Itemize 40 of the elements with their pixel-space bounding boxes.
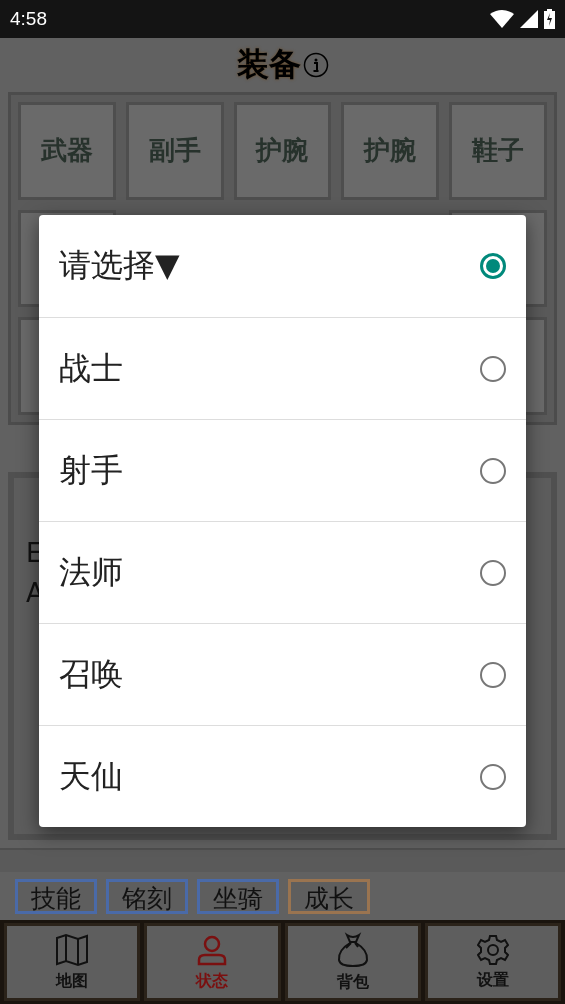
option-label: 召唤 [59, 653, 123, 695]
radio-button[interactable] [480, 763, 506, 790]
nav-button[interactable]: 地图 [4, 923, 141, 1001]
tab-button[interactable]: 铭刻 [106, 879, 188, 914]
equipment-slot[interactable]: 鞋子 [449, 102, 547, 200]
wifi-icon [490, 10, 514, 28]
radio-button[interactable] [480, 457, 506, 484]
radio-button[interactable] [480, 253, 506, 279]
battery-icon [544, 9, 555, 29]
option-label: 战士 [59, 347, 123, 389]
option-label: 法师 [59, 551, 123, 593]
option-item[interactable]: 请选择▼ [39, 215, 526, 317]
page-title: 装备 [236, 44, 301, 85]
tab-button[interactable]: 成长 [288, 879, 370, 914]
option-label: 射手 [59, 449, 123, 491]
nav-button[interactable]: 设置 [424, 923, 561, 1001]
tab-button[interactable]: 技能 [15, 879, 97, 914]
option-item[interactable]: 天仙 [39, 725, 526, 827]
radio-button[interactable] [480, 559, 506, 586]
settings-icon [476, 933, 509, 966]
option-label: 请选择▼ [59, 245, 180, 286]
equipment-slot[interactable]: 护腕 [341, 102, 440, 200]
equipment-slot[interactable]: 副手 [125, 102, 224, 200]
signal-icon [520, 10, 538, 28]
info-icon[interactable] [302, 52, 329, 78]
radio-button[interactable] [480, 661, 506, 688]
radio-button[interactable] [480, 355, 506, 382]
option-item[interactable]: 战士 [39, 317, 526, 419]
option-label: 天仙 [59, 755, 123, 797]
option-item[interactable]: 法师 [39, 521, 526, 623]
nav-button[interactable]: 状态 [144, 923, 281, 1001]
map-icon [55, 932, 90, 967]
bag-icon [335, 931, 370, 968]
equipment-slot[interactable]: 护腕 [233, 102, 332, 200]
tab-button[interactable]: 坐骑 [197, 879, 279, 914]
clock: 4:58 [10, 8, 47, 30]
option-item[interactable]: 射手 [39, 419, 526, 521]
equipment-slot[interactable]: 武器 [18, 102, 116, 200]
nav-button[interactable]: 背包 [284, 923, 421, 1001]
option-item[interactable]: 召唤 [39, 623, 526, 725]
